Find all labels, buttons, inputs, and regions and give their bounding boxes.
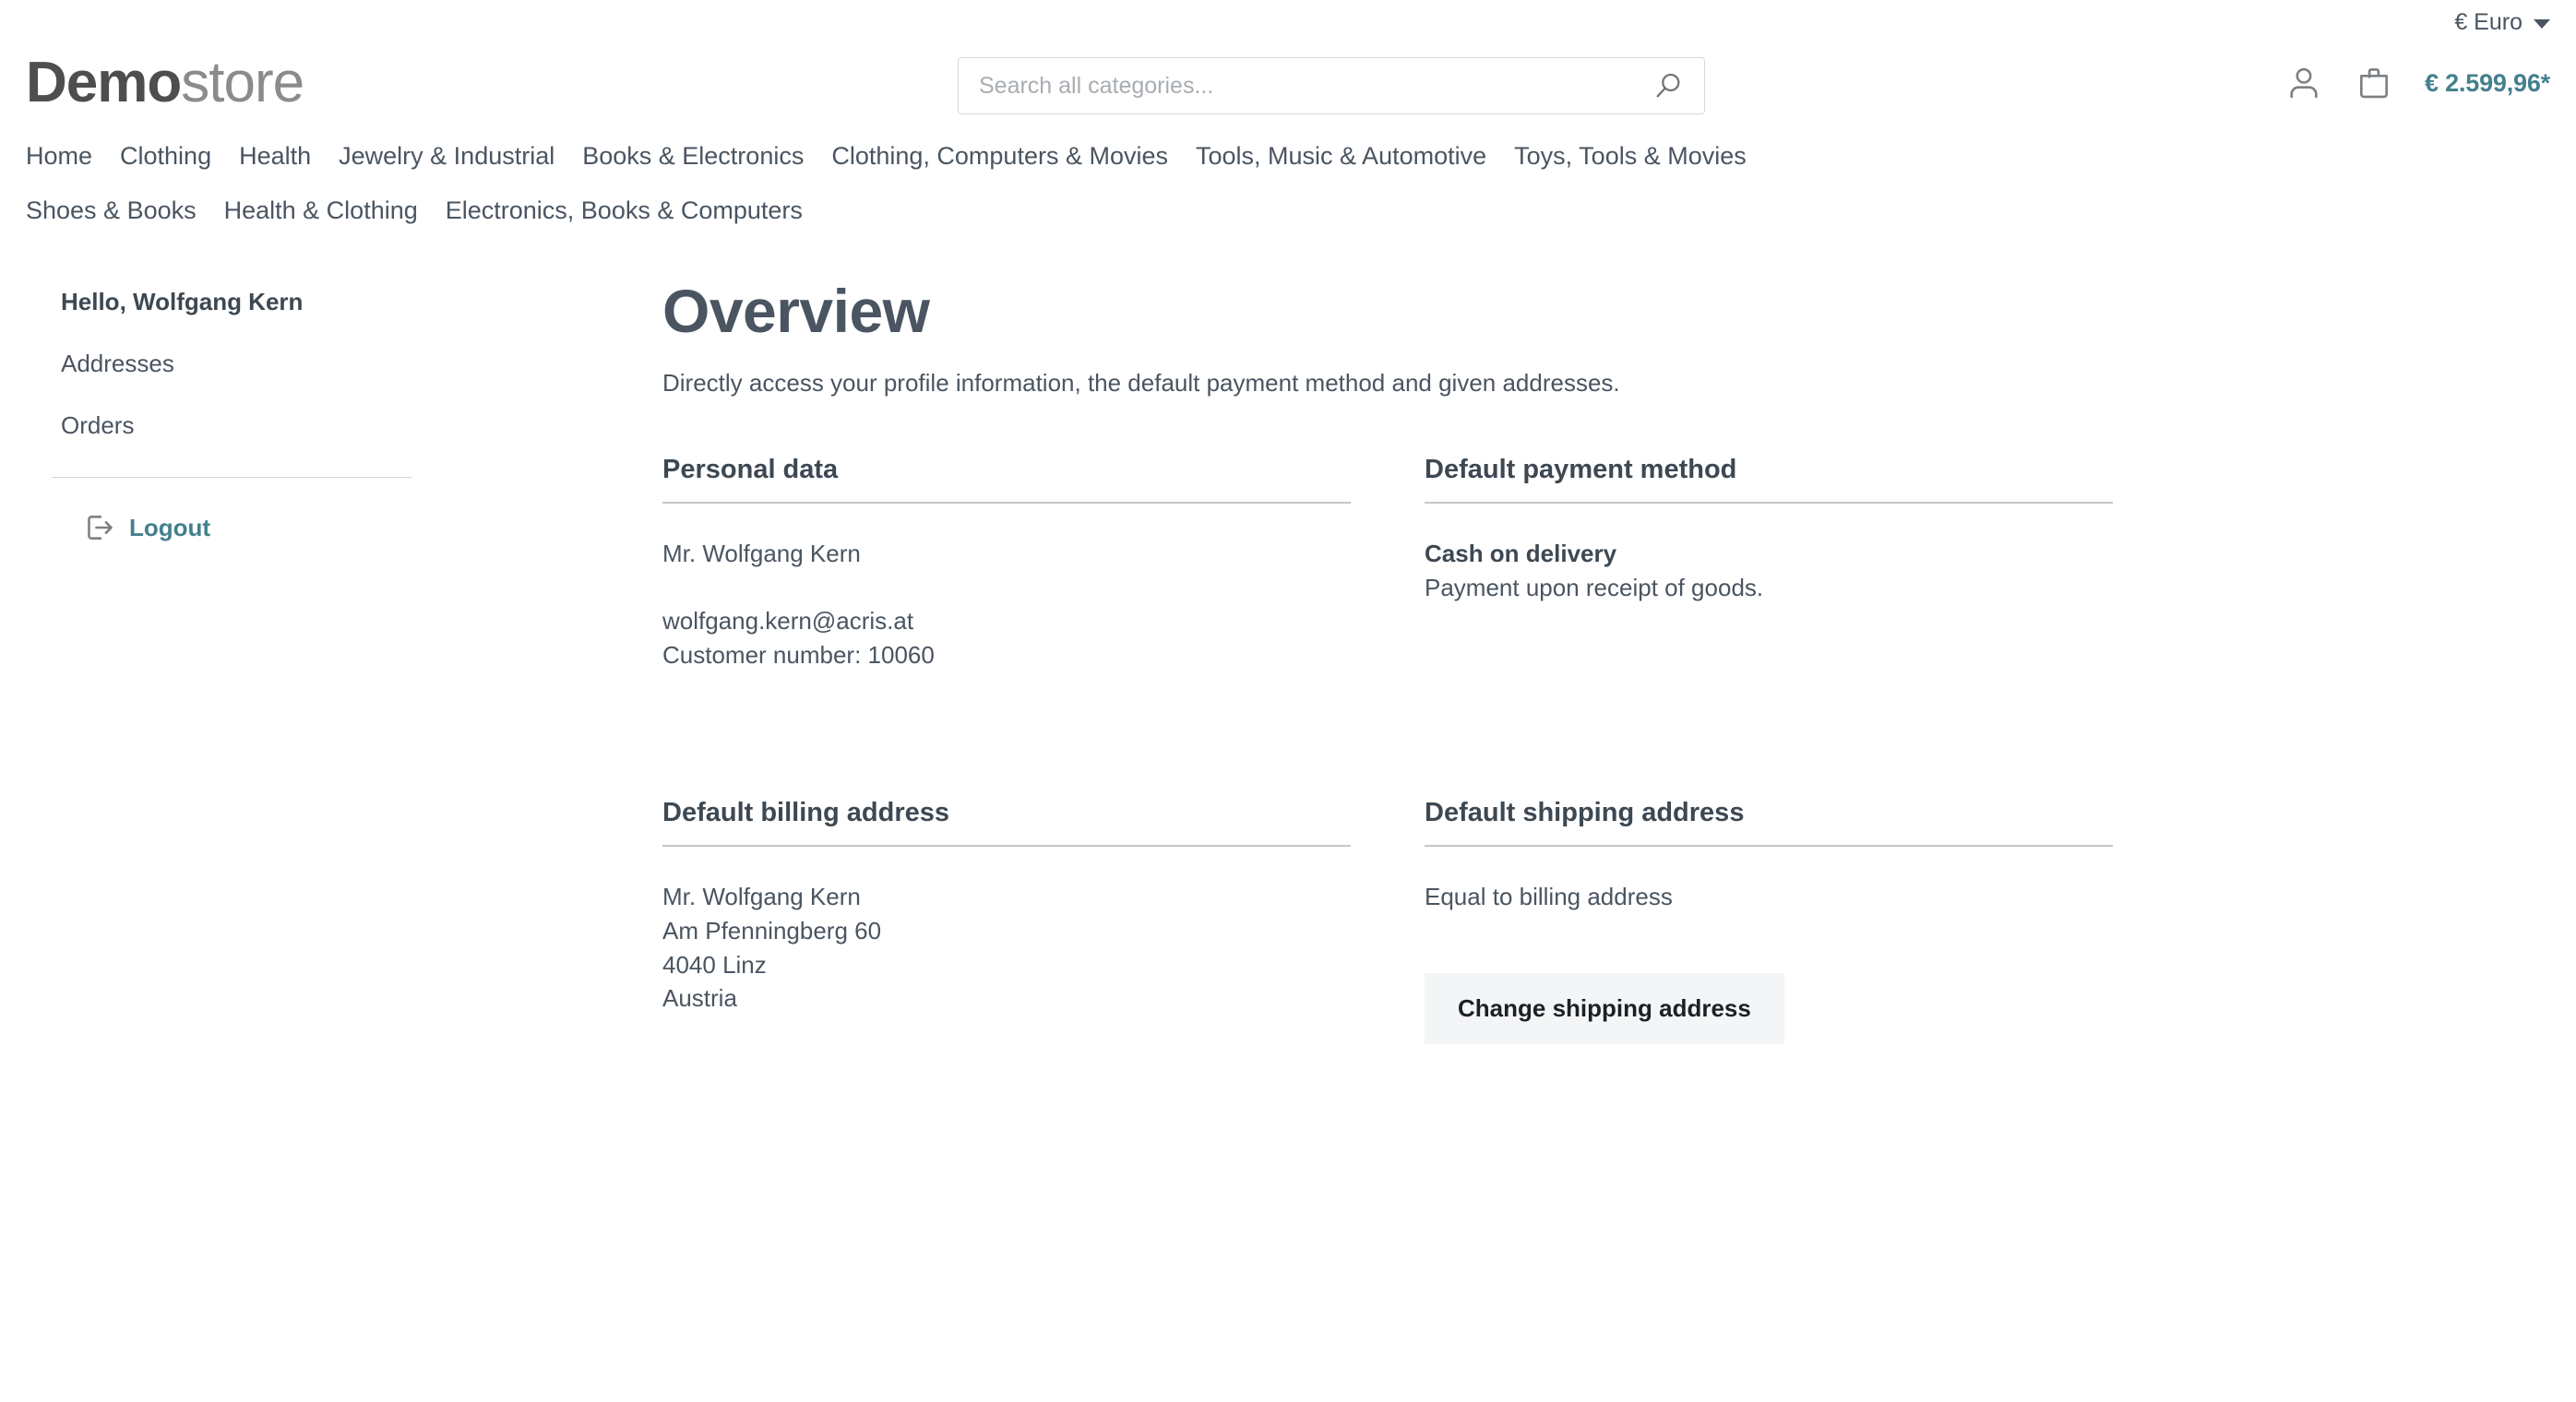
billing-address-line1: Mr. Wolfgang Kern [662, 882, 861, 910]
chevron-down-icon [2534, 18, 2550, 29]
personal-data-email: wolfgang.kern@acris.at [662, 606, 914, 635]
page-subtitle: Directly access your profile information… [662, 369, 1620, 397]
search-box [958, 57, 1705, 114]
nav-item-electronics-books-computers[interactable]: Electronics, Books & Computers [446, 184, 830, 238]
search-icon [1656, 73, 1680, 98]
logout-label: Logout [129, 513, 211, 541]
change-shipping-address-button[interactable]: Change shipping address [1425, 972, 1784, 1044]
shipping-address-card: Default shipping address Equal to billin… [1425, 798, 2187, 1044]
shipping-address-title: Default shipping address [1425, 797, 1745, 827]
shipping-address-line1: Equal to billing address [1425, 882, 1673, 910]
nav-item-home[interactable]: Home [26, 129, 120, 184]
top-utility-bar: € Euro [0, 0, 2576, 44]
nav-row-secondary: Shoes & Books Health & Clothing Electron… [26, 184, 2550, 238]
billing-address-title: Default billing address [662, 797, 949, 827]
shopping-bag-icon [2360, 68, 2389, 99]
section-rule [662, 844, 1351, 847]
search-input[interactable] [979, 72, 1652, 100]
sidebar-item-addresses[interactable]: Addresses [26, 316, 626, 378]
nav-item-toys-tools-movies[interactable]: Toys, Tools & Movies [1514, 129, 1774, 184]
cart-total-amount[interactable]: € 2.599,96* [2425, 69, 2550, 98]
currency-label: € Euro [2454, 8, 2522, 35]
sidebar-greeting: Hello, Wolfgang Kern [61, 288, 304, 315]
payment-method-name: Cash on delivery [1425, 540, 1617, 567]
payment-method-title: Default payment method [1425, 455, 1737, 484]
page-body: Hello, Wolfgang Kern Addresses Orders Lo… [0, 238, 2576, 1044]
cart-button[interactable] [2355, 64, 2393, 102]
nav-item-books-electronics[interactable]: Books & Electronics [582, 129, 831, 184]
sidebar-item-orders[interactable]: Orders [26, 378, 626, 440]
payment-method-description: Payment upon receipt of goods. [1425, 573, 1764, 601]
account-button[interactable] [2284, 64, 2323, 102]
personal-data-title: Personal data [662, 455, 839, 484]
logout-icon [88, 516, 113, 540]
currency-selector[interactable]: € Euro [2454, 9, 2550, 36]
nav-item-tools-music-automotive[interactable]: Tools, Music & Automotive [1196, 129, 1514, 184]
search-submit-button[interactable] [1652, 70, 1684, 101]
nav-item-jewelry-industrial[interactable]: Jewelry & Industrial [339, 129, 582, 184]
site-header: Demostore € 2.599,96* [0, 44, 2576, 122]
billing-address-line4: Austria [662, 984, 737, 1013]
personal-data-customer-number: Customer number: 10060 [662, 640, 935, 669]
site-logo[interactable]: Demostore [26, 54, 304, 112]
logo-text-secondary: store [181, 51, 304, 114]
header-actions: € 2.599,96* [2284, 44, 2550, 122]
nav-item-shoes-books[interactable]: Shoes & Books [26, 184, 224, 238]
search-container [958, 57, 1705, 114]
account-sidebar: Hello, Wolfgang Kern Addresses Orders Lo… [26, 280, 662, 1044]
main-navigation: Home Clothing Health Jewelry & Industria… [0, 122, 2576, 238]
personal-data-name: Mr. Wolfgang Kern [662, 540, 861, 567]
billing-address-line3: 4040 Linz [662, 950, 767, 979]
billing-address-card: Default billing address Mr. Wolfgang Ker… [662, 798, 1425, 1044]
section-rule [1425, 502, 2113, 504]
account-overview-content: Overview Directly access your profile in… [662, 280, 2550, 1044]
personal-data-card: Personal data Mr. Wolfgang Kern wolfgang… [662, 455, 1425, 672]
nav-item-health[interactable]: Health [239, 129, 339, 184]
logout-button[interactable]: Logout [26, 478, 210, 544]
section-rule [1425, 844, 2113, 847]
overview-grid: Personal data Mr. Wolfgang Kern wolfgang… [662, 455, 2550, 1044]
nav-item-health-clothing[interactable]: Health & Clothing [224, 184, 446, 238]
page-title: Overview [662, 277, 930, 345]
user-icon [2290, 67, 2318, 99]
nav-row-primary: Home Clothing Health Jewelry & Industria… [26, 129, 2550, 184]
nav-item-clothing-computers-movies[interactable]: Clothing, Computers & Movies [831, 129, 1196, 184]
logo-text-primary: Demo [26, 51, 182, 114]
section-rule [662, 502, 1351, 504]
nav-item-clothing[interactable]: Clothing [120, 129, 239, 184]
billing-address-line2: Am Pfenningberg 60 [662, 916, 882, 945]
payment-method-card: Default payment method Cash on delivery … [1425, 455, 2187, 672]
